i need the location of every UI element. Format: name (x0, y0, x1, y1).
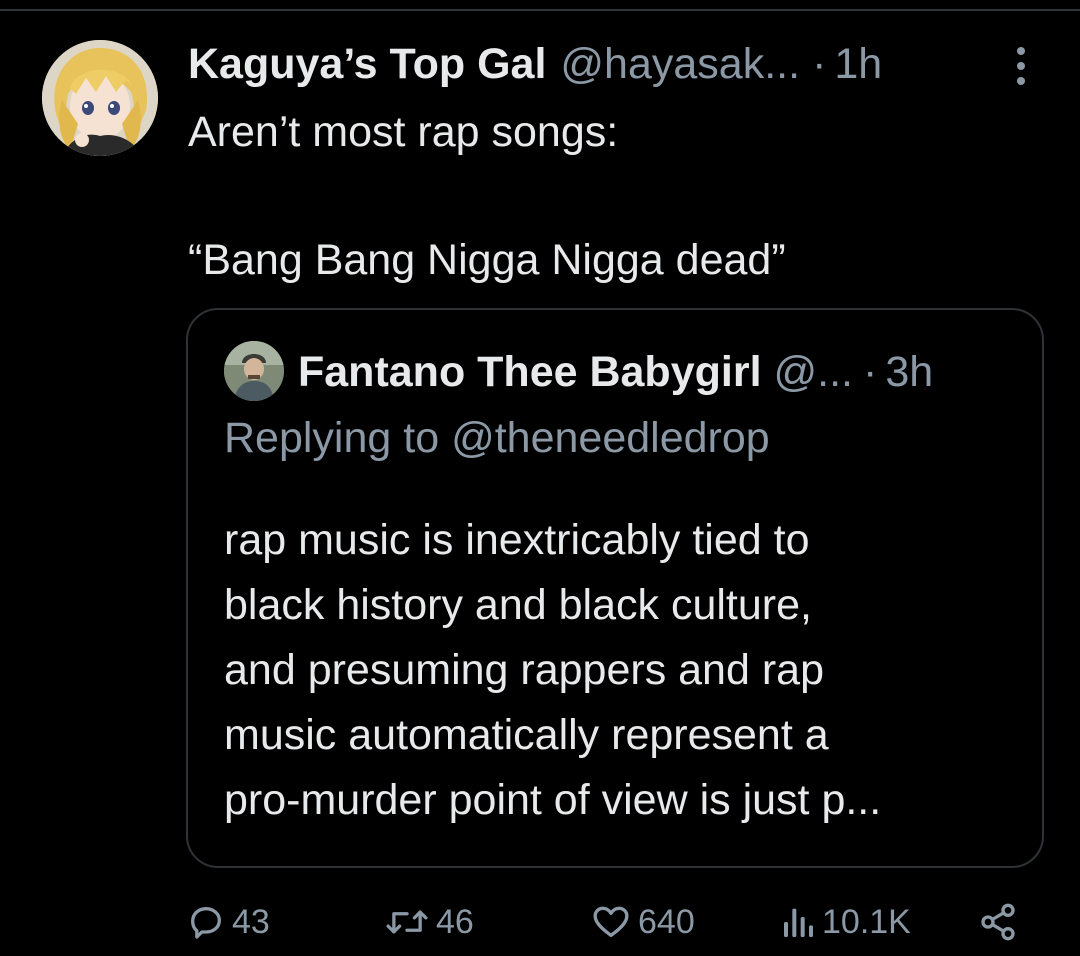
timestamp[interactable]: 1h (834, 40, 882, 89)
tweet-text: Aren’t most rap songs: “Bang Bang Nigga … (188, 100, 1028, 292)
handle[interactable]: @hayasak... (560, 40, 800, 89)
avatar[interactable] (42, 40, 158, 156)
tweet-text-line: “Bang Bang Nigga Nigga dead” (188, 236, 786, 284)
like-count: 640 (638, 902, 695, 941)
display-name[interactable]: Kaguya’s Top Gal (188, 40, 546, 89)
quote-body-line: rap music is inextricably tied to (224, 516, 810, 564)
reply-count: 43 (232, 902, 270, 941)
quote-header: Fantano Thee Babygirl @... · 3h (298, 342, 1012, 402)
tweet-header: Kaguya’s Top Gal @hayasak... · 1h (188, 36, 1020, 92)
quote-body-line: pro-murder point of view is just p... (224, 776, 882, 824)
separator-dot: · (812, 39, 827, 88)
views-icon (784, 908, 813, 937)
tweet[interactable]: Kaguya’s Top Gal @hayasak... · 1h Aren’t… (0, 0, 1080, 956)
replying-to[interactable]: Replying to @theneedledrop (224, 414, 770, 463)
action-bar: 43 46 640 10.1K (186, 898, 1026, 946)
more-icon[interactable] (1006, 44, 1036, 88)
retweet-icon (386, 910, 428, 934)
share-icon (981, 903, 1015, 941)
reply-button[interactable]: 43 (186, 898, 270, 946)
quote-handle[interactable]: @... (774, 348, 854, 397)
quoted-tweet[interactable]: Fantano Thee Babygirl @... · 3h Replying… (186, 308, 1044, 868)
retweet-count: 46 (436, 902, 474, 941)
tweet-text-line (188, 164, 1028, 228)
quote-body: rap music is inextricably tied to black … (224, 508, 1024, 833)
like-icon (593, 906, 629, 937)
separator-dot: · (863, 347, 878, 396)
tweet-text-line: Aren’t most rap songs: (188, 108, 619, 156)
quote-body-line: black history and black culture, (224, 581, 812, 629)
retweet-button[interactable]: 46 (384, 898, 474, 946)
quote-body-line: music automatically represent a (224, 711, 829, 759)
quote-avatar[interactable] (224, 341, 284, 401)
quote-body-line: and presuming rappers and rap (224, 646, 824, 694)
quote-timestamp[interactable]: 3h (885, 348, 933, 397)
reply-icon (191, 907, 221, 939)
quote-display-name[interactable]: Fantano Thee Babygirl (298, 348, 762, 397)
views-count: 10.1K (822, 902, 911, 941)
like-button[interactable]: 640 (590, 898, 695, 946)
views-button[interactable]: 10.1K (782, 898, 911, 946)
share-button[interactable] (978, 898, 1018, 946)
